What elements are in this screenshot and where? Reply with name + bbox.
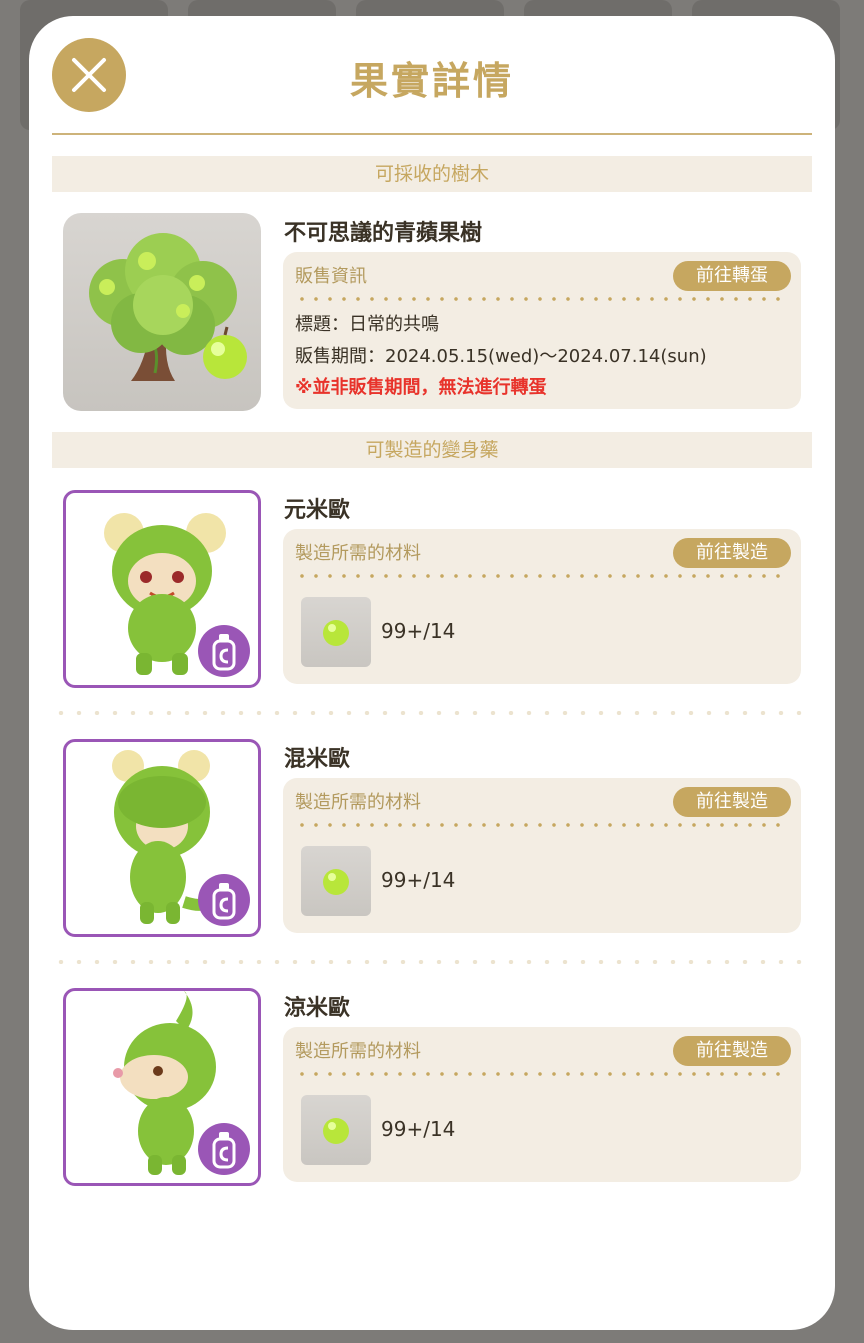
potion-name-2: 混米歐 [284,747,351,772]
potion-bottle-icon [198,874,250,926]
potion-name-3: 涼米歐 [284,996,351,1021]
sale-title: 標題：日常的共鳴 [295,314,439,335]
materials-label: 製造所需的材料 [295,1041,421,1062]
material-slot[interactable] [301,1095,371,1165]
materials-box-2: 製造所需的材料 前往製造 99+/14 [283,778,801,933]
materials-label: 製造所需的材料 [295,792,421,813]
tree-image [63,213,261,411]
potion-bottle-icon [198,625,250,677]
dotted-divider [295,823,783,827]
material-slot[interactable] [301,846,371,916]
material-quantity: 99+/14 [381,868,456,892]
go-to-craft-button-2[interactable]: 前往製造 [673,787,791,817]
section-header-tree: 可採收的樹木 [52,156,812,192]
go-to-craft-button-3[interactable]: 前往製造 [673,1036,791,1066]
materials-box-1: 製造所需的材料 前往製造 99+/14 [283,529,801,684]
character-image-2 [63,739,261,937]
tree-name: 不可思議的青蘋果樹 [284,221,483,246]
material-quantity: 99+/14 [381,1117,456,1141]
item-separator [52,711,812,715]
green-apple-icon [323,869,349,895]
dotted-divider [295,297,783,301]
potion-name-1: 元米歐 [284,498,351,523]
material-slot[interactable] [301,597,371,667]
go-to-craft-button-1[interactable]: 前往製造 [673,538,791,568]
material-quantity: 99+/14 [381,619,456,643]
materials-label: 製造所需的材料 [295,543,421,564]
materials-box-3: 製造所需的材料 前往製造 99+/14 [283,1027,801,1182]
sale-period: 販售期間：2024.05.15(wed)〜2024.07.14(sun) [295,346,707,367]
dialog-title: 果實詳情 [349,59,514,103]
sale-info-label: 販售資訊 [295,266,367,287]
green-apple-icon [323,1118,349,1144]
title-divider [52,133,812,135]
dotted-divider [295,574,783,578]
fruit-details-dialog: 果實詳情 可採收的樹木 不可思議的青蘋果樹 販售資訊 前往轉蛋 標題：日常的共鳴 [29,16,835,1330]
item-separator [52,960,812,964]
sale-info-box: 販售資訊 前往轉蛋 標題：日常的共鳴 販售期間：2024.05.15(wed)〜… [283,252,801,409]
dotted-divider [295,1072,783,1076]
character-image-1 [63,490,261,688]
green-apple-icon [323,620,349,646]
sale-warning: ※並非販售期間，無法進行轉蛋 [295,377,547,398]
go-to-gacha-button[interactable]: 前往轉蛋 [673,261,791,291]
section-header-potions: 可製造的變身藥 [52,432,812,468]
character-image-3 [63,988,261,1186]
potion-bottle-icon [198,1123,250,1175]
